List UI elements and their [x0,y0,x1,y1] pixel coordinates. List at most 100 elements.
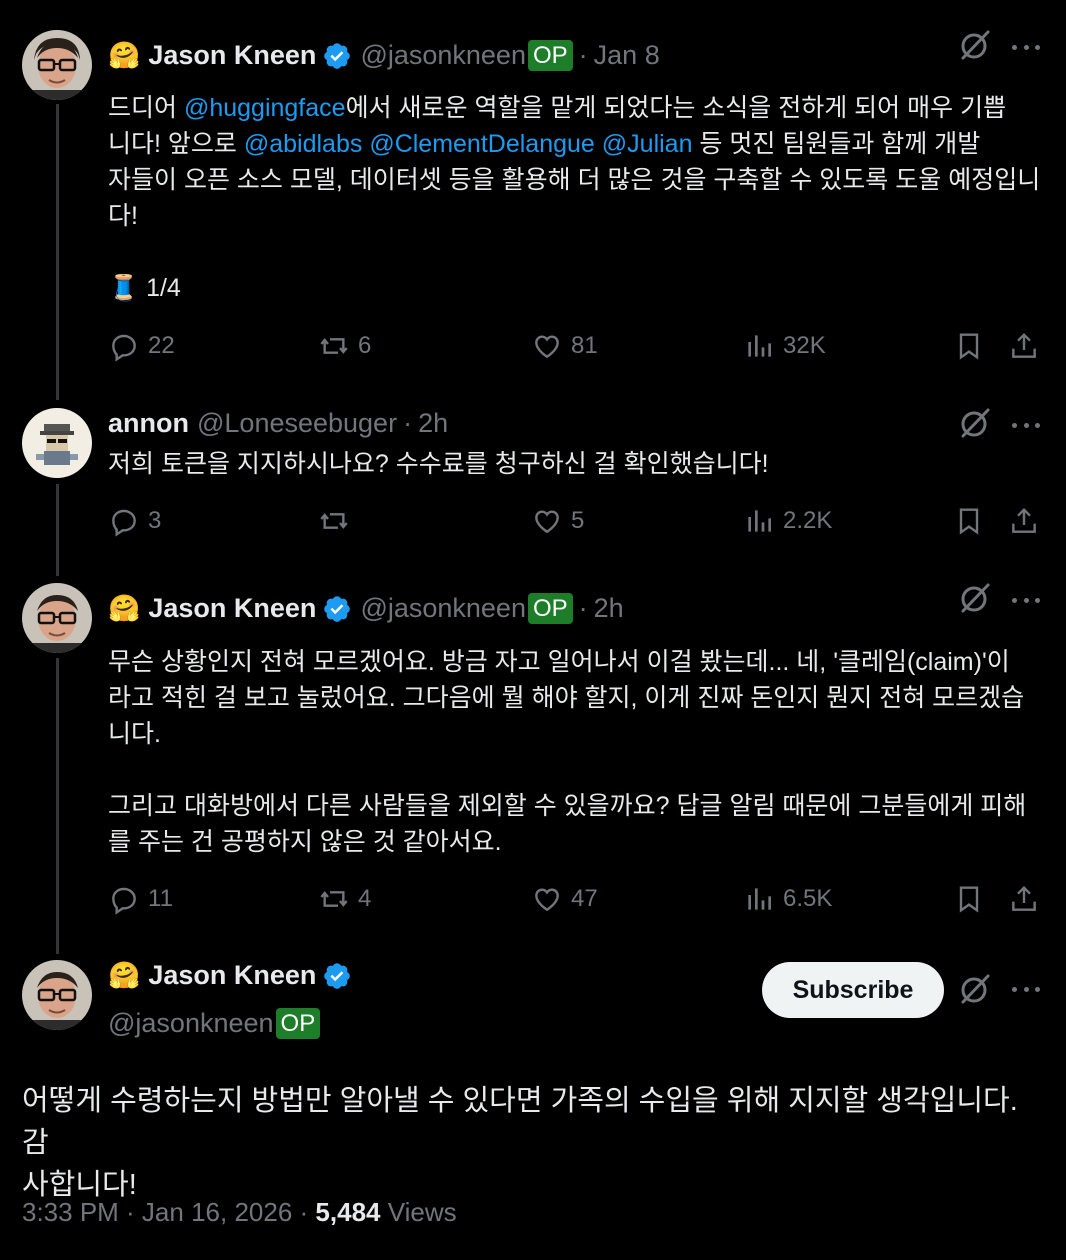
repost-button[interactable] [318,505,358,537]
like-button[interactable]: 81 [531,330,598,362]
views-button[interactable]: 2.2K [743,505,832,537]
verified-badge-icon [324,42,351,69]
author-name[interactable]: annon [108,408,189,439]
like-button[interactable]: 47 [531,883,598,915]
share-button[interactable] [1008,505,1040,537]
grok-icon[interactable] [958,972,992,1006]
mention-link[interactable]: @Julian [602,130,693,158]
more-options-icon[interactable] [1012,595,1040,605]
op-badge: OP [275,1008,321,1039]
bookmark-button[interactable] [953,330,985,362]
grok-icon[interactable] [958,28,992,62]
reply-button[interactable]: 3 [108,505,161,537]
view-count: 32K [783,332,826,359]
grok-icon[interactable] [958,406,992,440]
author-name[interactable]: Jason Kneen [148,960,316,991]
views-button[interactable]: 6.5K [743,883,832,915]
repost-icon [320,891,348,907]
tweet-time[interactable]: 2h [594,593,624,624]
reply-button[interactable]: 11 [108,883,173,915]
like-count: 47 [571,885,598,912]
tweet-text [595,130,602,158]
repost-button[interactable]: 4 [318,883,371,915]
mention-link[interactable]: @ClementDelangue [369,130,595,158]
thread-line [56,104,59,400]
main-tweet-body: 어떻게 수령하는지 방법만 알아낼 수 있다면 가족의 수입을 위해 지지할 생… [22,1085,1018,1201]
reply-count: 11 [148,885,173,912]
repost-count: 4 [358,885,372,912]
tweet-actions: 22 6 81 32K [108,330,1042,366]
bookmark-icon [959,508,979,535]
reply-count: 22 [148,332,175,359]
repost-icon [320,338,348,354]
separator-dot: · [578,40,588,70]
heart-icon [535,888,559,912]
share-icon [1012,507,1036,533]
bookmark-button[interactable] [953,883,985,915]
tweet-actions: 3 5 2.2K [108,505,1042,541]
separator-dot: · [403,408,413,438]
repost-icon [320,513,348,529]
tweet-body: 무슨 상황인지 전혀 모르겠어요. 방금 자고 일어나서 이걸 봤는데... 네… [108,644,1048,860]
tweet-meta: 3:33 PM · Jan 16, 2026 · 5,484 Views [22,1197,457,1228]
views-count: 5,484 [315,1197,381,1227]
view-count: 2.2K [783,507,833,534]
like-count: 81 [571,332,598,359]
author-name[interactable]: Jason Kneen [148,40,316,71]
mention-link[interactable]: @huggingface [184,94,346,122]
reply-button[interactable]: 22 [108,330,175,362]
verified-badge-icon [324,595,351,622]
more-options-icon[interactable] [1012,984,1040,994]
conversation-thread: 🤗 Jason Kneen @jasonkneen OP · Jan 8 드디어… [0,0,1066,1260]
reply-icon [112,334,136,362]
grok-icon[interactable] [958,581,992,615]
views-label: Views [387,1197,457,1227]
more-options-icon[interactable] [1012,420,1040,430]
reply-count: 3 [148,507,162,534]
share-icon [1012,332,1036,358]
subscribe-button[interactable]: Subscribe [762,962,944,1018]
op-badge: OP [527,593,573,624]
bookmark-icon [959,886,979,913]
tweet-body: 드디어 @huggingface에서 새로운 역할을 맡게 되었다는 소식을 전… [108,90,1048,306]
analytics-icon [748,888,771,910]
author-handle[interactable]: @jasonkneen [108,1008,274,1039]
share-button[interactable] [1008,330,1040,362]
author-handle[interactable]: @jasonkneen [360,40,526,71]
tweet-text: 드디어 [108,94,184,122]
analytics-icon [748,510,771,532]
hugging-face-emoji-icon: 🤗 [108,593,141,623]
view-count: 6.5K [783,885,833,912]
avatar[interactable] [22,408,92,478]
tweet-timestamp[interactable]: 3:33 PM · Jan 16, 2026 [22,1197,292,1227]
thread-line [56,484,59,576]
hugging-face-emoji-icon: 🤗 [108,960,141,990]
author-name[interactable]: Jason Kneen [148,593,316,624]
bookmark-button[interactable] [953,505,985,537]
tweet-text: 무슨 상황인지 전혀 모르겠어요. 방금 자고 일어나서 이걸 봤는데... 네… [108,648,1027,856]
avatar[interactable] [22,583,92,653]
author-handle[interactable]: @Loneseebuger [197,408,397,439]
share-button[interactable] [1008,883,1040,915]
reply-icon [112,509,136,537]
avatar[interactable] [22,960,92,1030]
mention-link[interactable]: @abidlabs [244,130,363,158]
tweet-actions: 11 4 47 6.5K [108,883,1042,919]
views-button[interactable]: 32K [743,330,826,362]
separator-dot: · [299,1197,316,1227]
author-handle[interactable]: @jasonkneen [360,593,526,624]
like-button[interactable]: 5 [531,505,584,537]
avatar[interactable] [22,30,92,100]
repost-count: 6 [358,332,372,359]
tweet-text: 저희 토큰을 지지하시나요? 수수료를 청구하신 걸 확인했습니다! [108,450,769,478]
separator-dot: · [578,593,588,623]
analytics-icon [748,335,771,357]
tweet-body: 저희 토큰을 지지하시나요? 수수료를 청구하신 걸 확인했습니다! [108,446,1048,482]
heart-icon [535,510,559,534]
more-options-icon[interactable] [1012,42,1040,52]
repost-button[interactable]: 6 [318,330,371,362]
bookmark-icon [959,333,979,360]
tweet-time[interactable]: 2h [418,408,448,439]
thread-line [56,658,59,954]
tweet-time[interactable]: Jan 8 [594,40,660,71]
